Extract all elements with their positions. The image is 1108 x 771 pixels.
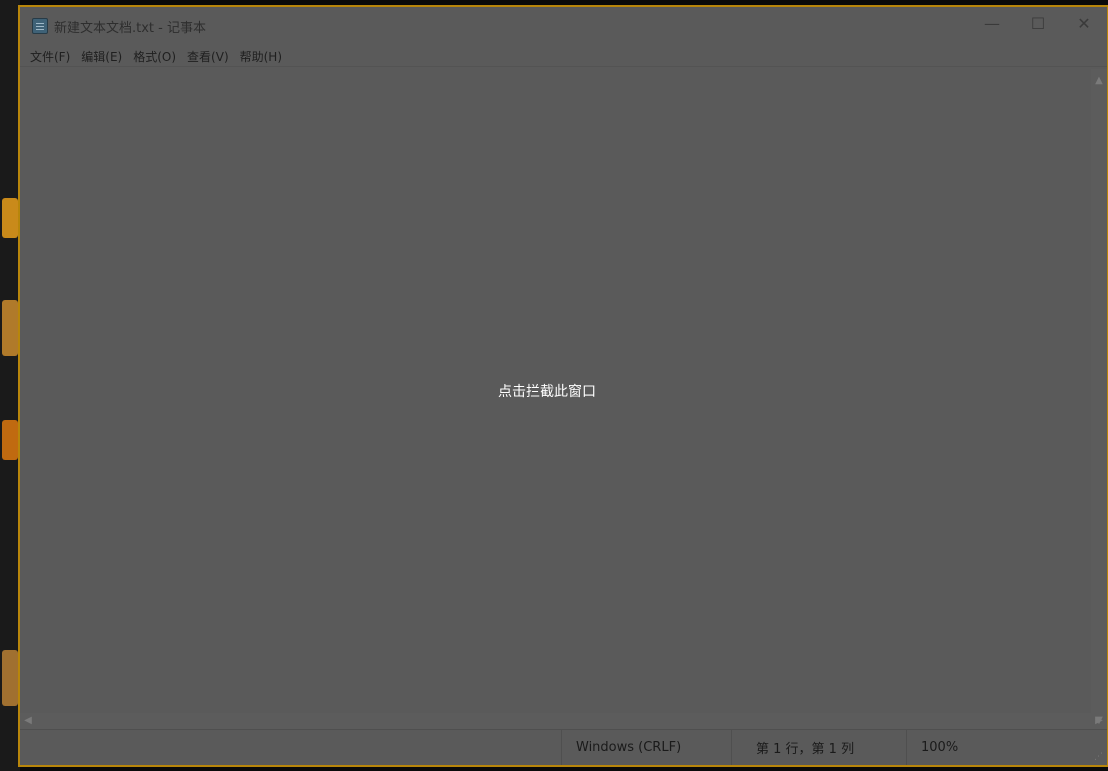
menu-edit[interactable]: 编辑(E) xyxy=(81,48,122,65)
menu-bar: 文件(F) 编辑(E) 格式(O) 查看(V) 帮助(H) xyxy=(20,47,1107,67)
close-icon: ✕ xyxy=(1077,13,1091,33)
status-zoom: 100% xyxy=(906,730,1076,765)
notepad-window[interactable]: 新建文本文档.txt - 记事本 — ☐ ✕ 文件(F) 编辑(E) 格式(O)… xyxy=(20,7,1107,765)
capture-highlight-frame: 新建文本文档.txt - 记事本 — ☐ ✕ 文件(F) 编辑(E) 格式(O)… xyxy=(18,5,1108,767)
capture-prompt-text: 点击拦截此窗口 xyxy=(498,384,596,400)
resize-grip-icon[interactable]: ⋰ xyxy=(1094,752,1104,762)
status-line-ending-label: Windows (CRLF) xyxy=(576,740,682,755)
status-zoom-label: 100% xyxy=(921,740,959,755)
scroll-right-icon[interactable]: ▶ xyxy=(1091,713,1107,729)
menu-view[interactable]: 查看(V) xyxy=(187,48,229,65)
scroll-left-icon[interactable]: ◀ xyxy=(20,713,36,729)
desktop-background-strip xyxy=(0,0,20,771)
status-bar: Windows (CRLF) 第 1 行，第 1 列 100% ⋰ xyxy=(20,729,1107,765)
menu-file[interactable]: 文件(F) xyxy=(30,48,70,65)
title-bar[interactable]: 新建文本文档.txt - 记事本 — ☐ ✕ xyxy=(20,7,1107,45)
close-button[interactable]: ✕ xyxy=(1061,7,1107,39)
menu-help[interactable]: 帮助(H) xyxy=(240,48,282,65)
status-cursor-position-label: 第 1 行，第 1 列 xyxy=(756,742,855,757)
desktop-icon[interactable] xyxy=(2,420,18,460)
minimize-icon: — xyxy=(984,13,1000,33)
menu-format[interactable]: 格式(O) xyxy=(133,48,176,65)
status-cursor-position: 第 1 行，第 1 列 xyxy=(731,730,906,765)
maximize-button[interactable]: ☐ xyxy=(1015,7,1061,39)
window-controls: — ☐ ✕ xyxy=(969,7,1107,39)
status-line-ending: Windows (CRLF) xyxy=(561,730,731,765)
vertical-scrollbar[interactable]: ▲ ▼ xyxy=(1091,69,1107,729)
scroll-up-icon[interactable]: ▲ xyxy=(1091,73,1107,89)
maximize-icon: ☐ xyxy=(1030,13,1046,33)
horizontal-scrollbar[interactable]: ◀ ▶ xyxy=(20,713,1103,729)
text-editor-area[interactable]: 点击拦截此窗口 xyxy=(20,69,1091,729)
minimize-button[interactable]: — xyxy=(969,7,1015,39)
desktop-icon[interactable] xyxy=(2,300,18,356)
desktop-icon[interactable] xyxy=(2,650,18,706)
desktop-icon[interactable] xyxy=(2,198,18,238)
notepad-app-icon xyxy=(32,18,48,34)
window-title: 新建文本文档.txt - 记事本 xyxy=(54,20,206,36)
